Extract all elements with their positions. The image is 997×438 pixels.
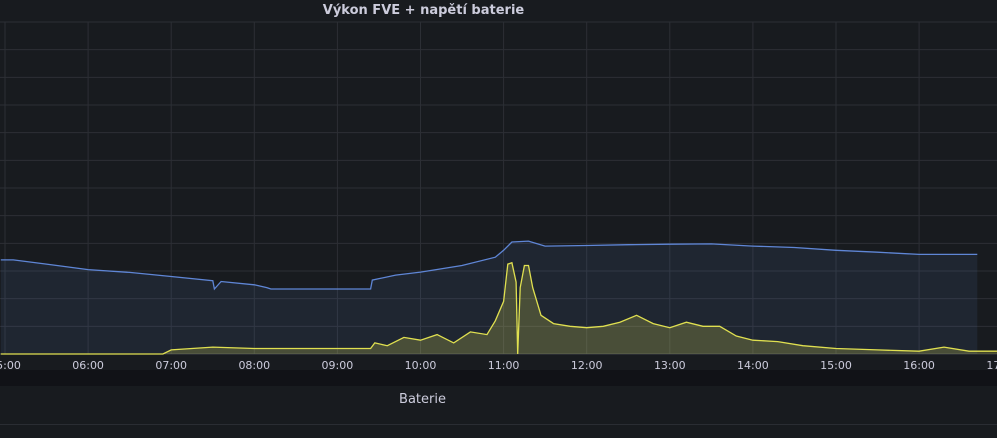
battery-panel: Baterie: [0, 386, 997, 438]
panel-separator: [0, 370, 997, 386]
x-tick-label: 15:00: [820, 359, 852, 370]
panel-title: Výkon FVE + napětí baterie: [322, 3, 525, 18]
x-tick-label: 14:00: [737, 359, 769, 370]
battery-grid-line: [0, 424, 997, 425]
x-tick-label: 08:00: [238, 359, 270, 370]
x-tick-label: 13:00: [654, 359, 686, 370]
series-group: [0, 240, 997, 355]
x-tick-label: 09:00: [322, 359, 354, 370]
x-tick-label: 06:00: [72, 359, 104, 370]
x-tick-label: 10:00: [405, 359, 437, 370]
x-tick-label: 05:00: [0, 359, 21, 370]
x-tick-label: 16:00: [903, 359, 935, 370]
x-axis: 05:00 06:00 07:00 08:00 09:00 10:00 11:00 12:00…: [0, 359, 997, 370]
battery-panel-title[interactable]: Baterie: [0, 392, 845, 407]
x-tick-label: 12:00: [571, 359, 603, 370]
power-voltage-chart: 05:00 06:00 07:00 08:00 09:00 10:00 11:00 12:00…: [0, 21, 997, 370]
x-tick-label: 07:00: [155, 359, 187, 370]
x-tick-label: 11:00: [488, 359, 520, 370]
x-tick-label: 17:00: [986, 359, 997, 370]
